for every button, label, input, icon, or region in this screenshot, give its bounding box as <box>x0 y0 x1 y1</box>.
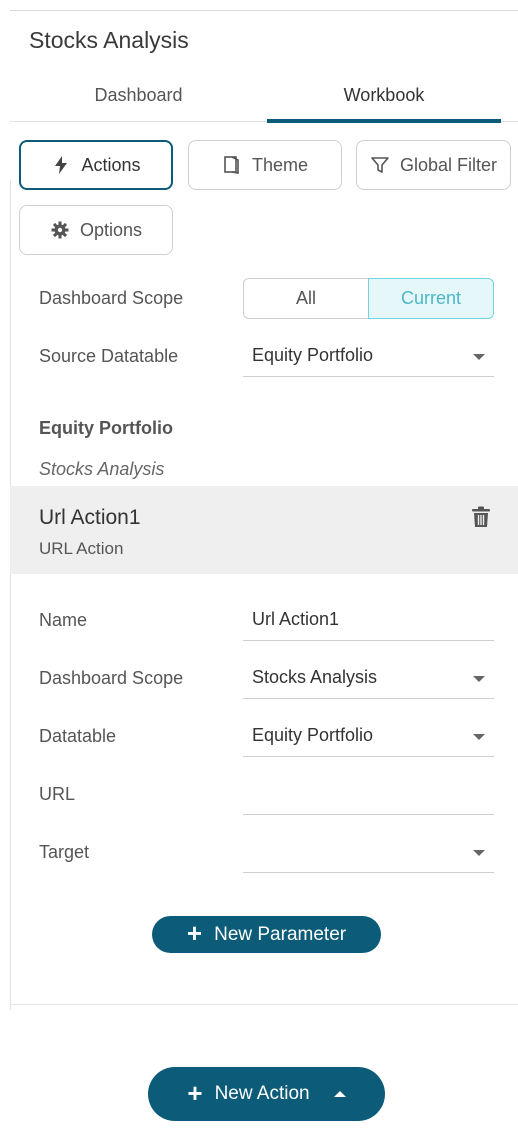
action-dashboard-scope-label: Dashboard Scope <box>39 668 184 688</box>
chevron-down-icon <box>473 734 485 740</box>
trash-icon[interactable] <box>471 506 491 528</box>
datatable-value: Equity Portfolio <box>252 725 374 745</box>
divider <box>10 1004 518 1005</box>
dashboard-scope-toggle: All Current <box>243 278 494 319</box>
group-subtitle: Stocks Analysis <box>39 459 165 479</box>
dashboard-scope-label: Dashboard Scope <box>39 288 184 308</box>
new-parameter-button[interactable]: + New Parameter <box>152 916 381 953</box>
tab-dashboard[interactable]: Dashboard <box>10 74 267 122</box>
new-action-label: New Action <box>214 1083 310 1104</box>
dashboard-scope-select[interactable]: Stocks Analysis <box>243 659 494 699</box>
source-datatable-label: Source Datatable <box>39 346 179 366</box>
scope-current-option[interactable]: Current <box>368 278 494 319</box>
chevron-down-icon <box>473 850 485 856</box>
options-button[interactable]: Options <box>19 205 173 255</box>
global-filter-button[interactable]: Global Filter <box>356 140 511 190</box>
tab-bar: Dashboard Workbook <box>10 74 518 123</box>
target-select[interactable] <box>243 833 494 873</box>
actions-button-label: Actions <box>81 154 141 175</box>
group-title: Equity Portfolio <box>39 418 173 438</box>
url-label: URL <box>39 784 76 804</box>
action-name: Url Action1 <box>39 506 141 529</box>
target-label: Target <box>39 842 90 862</box>
chevron-up-icon <box>333 1091 346 1097</box>
lightning-icon <box>51 156 71 174</box>
name-value: Url Action1 <box>252 609 340 629</box>
plus-icon: + <box>187 1077 203 1108</box>
chevron-down-icon <box>473 354 485 360</box>
name-field[interactable]: Url Action1 <box>243 601 494 641</box>
tab-workbook[interactable]: Workbook <box>267 74 501 123</box>
new-parameter-label: New Parameter <box>214 923 347 945</box>
datatable-label: Datatable <box>39 726 117 746</box>
gear-icon <box>50 221 70 239</box>
action-list-item[interactable]: Url Action1 URL Action <box>10 486 518 574</box>
options-button-label: Options <box>79 219 143 240</box>
datatable-select[interactable]: Equity Portfolio <box>243 717 494 757</box>
page-title: Stocks Analysis <box>29 27 189 53</box>
panel-left-border <box>10 180 11 1010</box>
theme-button[interactable]: Theme <box>188 140 342 190</box>
global-filter-button-label: Global Filter <box>399 154 498 175</box>
dashboard-scope-value: Stocks Analysis <box>252 667 378 687</box>
actions-button[interactable]: Actions <box>19 140 173 190</box>
scope-all-option[interactable]: All <box>243 278 368 319</box>
action-type: URL Action <box>39 539 124 558</box>
theme-icon <box>222 155 242 175</box>
theme-button-label: Theme <box>251 154 309 175</box>
url-field[interactable] <box>243 775 494 815</box>
source-datatable-value: Equity Portfolio <box>252 345 374 365</box>
source-datatable-select[interactable]: Equity Portfolio <box>243 337 494 377</box>
name-label: Name <box>39 610 88 630</box>
chevron-down-icon <box>473 676 485 682</box>
new-action-button[interactable]: + New Action <box>148 1067 385 1121</box>
filter-icon <box>370 156 390 174</box>
plus-icon: + <box>186 918 203 948</box>
panel-top-border <box>10 10 518 11</box>
